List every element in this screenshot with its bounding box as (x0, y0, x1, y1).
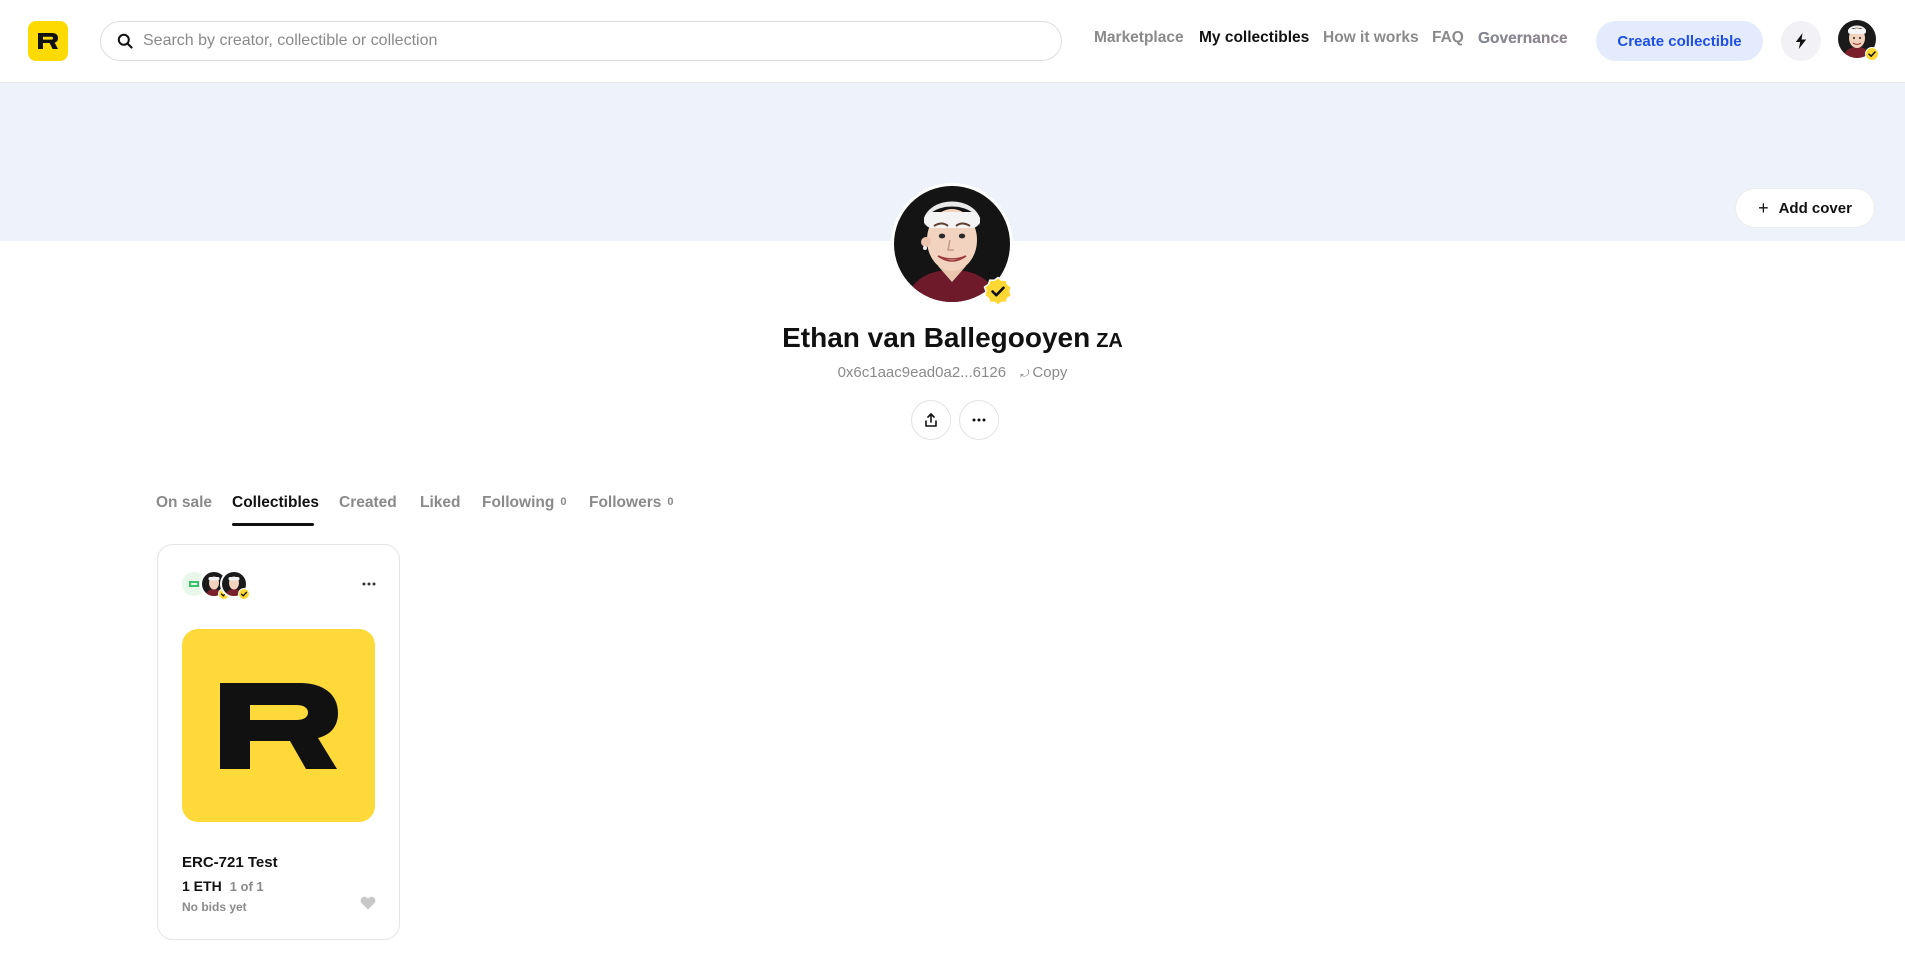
nav-my-collectibles[interactable]: My collectibles (1199, 29, 1309, 47)
verified-badge-icon (983, 276, 1013, 307)
collectible-title: ERC-721 Test (182, 854, 278, 871)
like-button[interactable] (358, 893, 378, 913)
verified-badge-icon (1865, 47, 1879, 61)
tab-label: Followers (589, 494, 662, 511)
copy-label: Copy (1032, 364, 1068, 381)
nav-faq[interactable]: FAQ (1432, 29, 1464, 47)
collectible-price: 1 ETH (182, 878, 222, 894)
rarible-r-icon (219, 682, 338, 769)
add-cover-button[interactable]: + Add cover (1735, 188, 1875, 228)
tab-label: On sale (156, 494, 212, 511)
tab-label: Liked (420, 494, 461, 511)
logo-r-icon (38, 33, 58, 49)
create-collectible-button[interactable]: Create collectible (1596, 21, 1763, 61)
tab-collectibles[interactable]: Collectibles (232, 494, 319, 512)
copy-address-button[interactable]: ⤾ Copy (1020, 364, 1067, 381)
tab-followers[interactable]: Followers 0 (589, 494, 673, 512)
collectible-image[interactable] (182, 629, 375, 822)
wallet-address: 0x6c1aac9ead0a2...6126 (837, 364, 1007, 381)
heart-icon (360, 896, 376, 910)
collectible-card[interactable]: ERC-721 Test 1 ETH 1 of 1 No bids yet (157, 544, 400, 940)
rarible-logo[interactable] (28, 21, 68, 61)
tab-following[interactable]: Following 0 (482, 494, 566, 512)
tab-label: Created (339, 494, 397, 511)
active-tab-indicator (232, 523, 314, 526)
tab-label: Collectibles (232, 494, 319, 511)
bolt-icon (1795, 33, 1807, 49)
search-bar[interactable] (100, 21, 1062, 61)
nav-marketplace[interactable]: Marketplace (1094, 29, 1184, 47)
copy-icon: ⤾ (1020, 368, 1030, 380)
activity-button[interactable] (1781, 21, 1821, 61)
nav-governance[interactable]: Governance (1478, 30, 1568, 48)
tab-on-sale[interactable]: On sale (156, 494, 212, 512)
tab-label: Following (482, 494, 555, 511)
verified-badge-icon (238, 588, 250, 600)
profile-name: Ethan van Ballegooyen ZA (0, 322, 1905, 354)
add-cover-label: Add cover (1778, 199, 1852, 217)
collectible-edition: 1 of 1 (229, 879, 264, 894)
card-more-button[interactable] (354, 569, 384, 599)
search-input[interactable] (143, 32, 1043, 50)
country-code: ZA (1096, 330, 1123, 352)
share-button[interactable] (911, 400, 951, 440)
top-header: Marketplace My collectibles How it works… (0, 0, 1905, 83)
tab-count: 0 (667, 496, 674, 508)
search-icon (117, 33, 133, 49)
plus-icon: + (1758, 197, 1769, 218)
more-options-button[interactable] (959, 400, 999, 440)
share-icon (925, 413, 937, 427)
tab-liked[interactable]: Liked (420, 494, 460, 512)
tab-count: 0 (560, 496, 567, 508)
ellipsis-icon (972, 418, 986, 422)
tab-created[interactable]: Created (339, 494, 397, 512)
wallet-address-row: 0x6c1aac9ead0a2...6126 ⤾ Copy (0, 364, 1905, 381)
user-menu-avatar[interactable] (1838, 20, 1879, 61)
collectible-bids: No bids yet (182, 900, 247, 914)
collectible-price-row: 1 ETH 1 of 1 (182, 878, 264, 894)
ellipsis-icon (362, 582, 376, 586)
nav-how-it-works[interactable]: How it works (1323, 29, 1419, 47)
profile-name-text: Ethan van Ballegooyen (782, 322, 1091, 353)
